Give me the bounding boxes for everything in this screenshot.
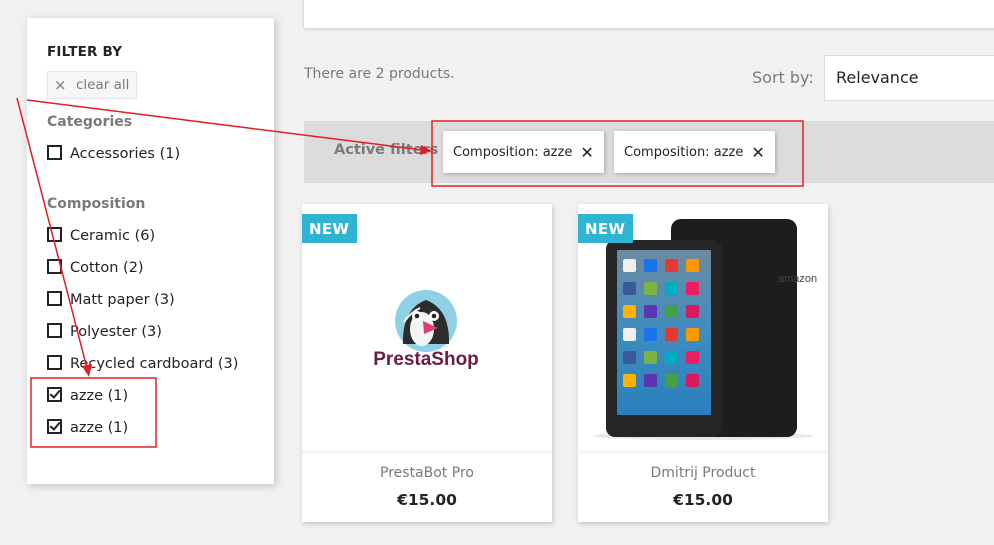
close-icon: × bbox=[54, 76, 67, 94]
sort-select[interactable]: Relevance bbox=[824, 55, 994, 101]
app-icon bbox=[686, 282, 699, 295]
chip-label: Composition: azze bbox=[624, 144, 744, 160]
app-icon bbox=[644, 282, 657, 295]
active-filters-bar: Active filters Composition: azze ✕ Compo… bbox=[304, 121, 994, 183]
checkbox[interactable] bbox=[47, 144, 62, 160]
clear-all-button[interactable]: × clear all bbox=[47, 71, 137, 99]
sort-label: Sort by: bbox=[752, 68, 814, 87]
app-icon bbox=[686, 374, 699, 387]
facet-item-recycled-cardboard[interactable]: Recycled cardboard (3) bbox=[47, 353, 238, 375]
facet-item-label: Cotton (2) bbox=[70, 260, 144, 276]
app-icon bbox=[686, 259, 699, 272]
divider bbox=[578, 450, 828, 454]
facet-item-label: Ceramic (6) bbox=[70, 228, 156, 244]
app-icon bbox=[644, 305, 657, 318]
facet-item-polyester[interactable]: Polyester (3) bbox=[47, 321, 162, 343]
close-icon[interactable]: ✕ bbox=[580, 143, 593, 162]
app-icon bbox=[665, 282, 678, 295]
app-icon bbox=[644, 259, 657, 272]
facet-item-label: Accessories (1) bbox=[70, 146, 181, 162]
product-price: €15.00 bbox=[673, 491, 733, 509]
checkbox[interactable] bbox=[47, 354, 62, 370]
product-card[interactable]: amazon NEW Dmitrij Product €15.00 bbox=[578, 204, 828, 522]
active-filters-label: Active filters bbox=[334, 142, 439, 158]
chip-label: Composition: azze bbox=[453, 144, 573, 160]
app-icon bbox=[665, 351, 678, 364]
facet-item-cotton[interactable]: Cotton (2) bbox=[47, 257, 144, 279]
top-card bbox=[304, 0, 994, 28]
app-icon bbox=[644, 351, 657, 364]
product-name[interactable]: PrestaBot Pro bbox=[302, 465, 552, 481]
product-thumbnail[interactable]: amazon NEW bbox=[578, 204, 828, 452]
checkbox-checked[interactable] bbox=[47, 418, 62, 434]
active-filter-chip: Composition: azze ✕ bbox=[443, 131, 604, 173]
facet-item-ceramic[interactable]: Ceramic (6) bbox=[47, 225, 155, 247]
facet-item-matt-paper[interactable]: Matt paper (3) bbox=[47, 289, 175, 311]
app-icon bbox=[665, 305, 678, 318]
prestashop-logo-text: PrestaShop bbox=[373, 349, 479, 370]
app-icon bbox=[665, 259, 678, 272]
product-thumbnail[interactable]: PrestaShop NEW bbox=[302, 204, 552, 452]
facet-item-label: azze (1) bbox=[70, 420, 129, 436]
filter-by-title: FILTER BY bbox=[47, 44, 123, 60]
app-icon bbox=[623, 259, 636, 272]
app-icon bbox=[623, 328, 636, 341]
product-price: €15.00 bbox=[397, 491, 457, 509]
svg-text:amazon: amazon bbox=[778, 273, 817, 285]
checkbox[interactable] bbox=[47, 226, 62, 242]
app-icon bbox=[644, 328, 657, 341]
new-badge: NEW bbox=[578, 214, 634, 243]
close-icon[interactable]: ✕ bbox=[751, 143, 764, 162]
product-card[interactable]: PrestaShop NEW PrestaBot Pro €15.00 bbox=[302, 204, 552, 522]
filter-sidebar: FILTER BY × clear all Categories Accesso… bbox=[27, 18, 274, 484]
facet-item-azze-2[interactable]: azze (1) bbox=[47, 417, 128, 439]
facet-item-label: Matt paper (3) bbox=[70, 292, 175, 308]
checkbox[interactable] bbox=[47, 322, 62, 338]
facet-item-accessories[interactable]: Accessories (1) bbox=[47, 143, 180, 165]
facet-item-label: azze (1) bbox=[70, 388, 129, 404]
product-name[interactable]: Dmitrij Product bbox=[578, 465, 828, 481]
new-badge: NEW bbox=[302, 214, 358, 243]
app-icon bbox=[686, 328, 699, 341]
active-filter-chip: Composition: azze ✕ bbox=[614, 131, 775, 173]
divider bbox=[302, 450, 552, 454]
app-icon bbox=[686, 305, 699, 318]
app-icon bbox=[665, 328, 678, 341]
app-icon bbox=[644, 374, 657, 387]
product-count: There are 2 products. bbox=[304, 66, 455, 82]
facet-title-categories: Categories bbox=[47, 114, 133, 130]
app-icon bbox=[623, 351, 636, 364]
facet-item-label: Recycled cardboard (3) bbox=[70, 356, 239, 372]
checkbox[interactable] bbox=[47, 290, 62, 306]
app-icon bbox=[686, 351, 699, 364]
facet-title-composition: Composition bbox=[47, 196, 146, 212]
facet-item-label: Polyester (3) bbox=[70, 324, 162, 340]
checkbox-checked[interactable] bbox=[47, 386, 62, 402]
app-icon bbox=[623, 374, 636, 387]
clear-all-label: clear all bbox=[76, 77, 130, 93]
app-icon bbox=[623, 282, 636, 295]
app-icon bbox=[623, 305, 636, 318]
facet-item-azze-1[interactable]: azze (1) bbox=[47, 385, 128, 407]
app-icon bbox=[665, 374, 678, 387]
checkbox[interactable] bbox=[47, 258, 62, 274]
